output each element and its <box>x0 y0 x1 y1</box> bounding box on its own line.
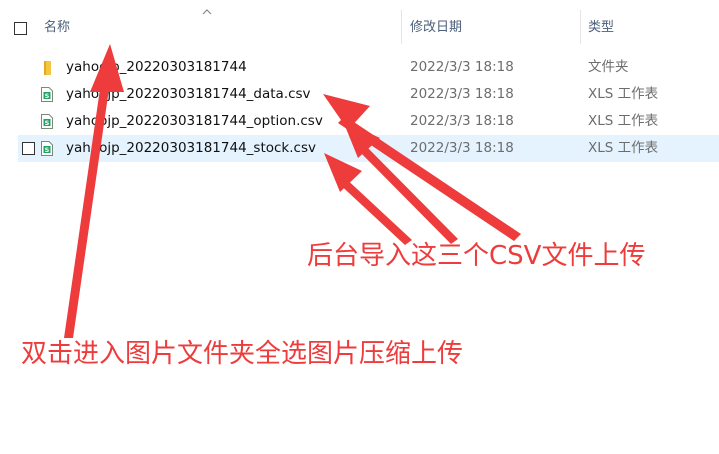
file-type: XLS 工作表 <box>588 140 659 156</box>
file-date: 2022/3/3 18:18 <box>410 59 514 75</box>
spreadsheet-icon: S <box>41 141 53 156</box>
file-type: 文件夹 <box>588 59 629 75</box>
file-name: yahoojp_20220303181744 <box>66 59 247 75</box>
file-date: 2022/3/3 18:18 <box>410 140 514 156</box>
file-name: yahoojp_20220303181744_data.csv <box>66 86 311 102</box>
spreadsheet-icon: S <box>41 87 53 102</box>
annotation-folder-note: 双击进入图片文件夹全选图片压缩上传 <box>21 339 464 369</box>
folder-icon <box>44 61 51 75</box>
file-type: XLS 工作表 <box>588 113 659 129</box>
select-all-checkbox[interactable] <box>14 22 27 35</box>
sort-ascending-icon[interactable] <box>202 9 212 15</box>
column-header-date[interactable]: 修改日期 <box>410 20 462 36</box>
file-row-stock-csv[interactable]: S yahoojp_20220303181744_stock.csv 2022/… <box>18 135 719 162</box>
column-divider[interactable] <box>401 10 402 44</box>
file-type: XLS 工作表 <box>588 86 659 102</box>
annotation-csv-note: 后台导入这三个CSV文件上传 <box>307 241 646 271</box>
file-date: 2022/3/3 18:18 <box>410 86 514 102</box>
column-header-name[interactable]: 名称 <box>44 20 70 36</box>
column-divider[interactable] <box>580 10 581 44</box>
file-row-folder[interactable]: yahoojp_20220303181744 2022/3/3 18:18 文件… <box>18 54 719 81</box>
svg-text:S: S <box>45 119 50 127</box>
file-date: 2022/3/3 18:18 <box>410 113 514 129</box>
file-name: yahoojp_20220303181744_stock.csv <box>66 140 316 156</box>
arrow-to-stock-csv <box>324 153 412 245</box>
file-row-option-csv[interactable]: S yahoojp_20220303181744_option.csv 2022… <box>18 108 719 135</box>
file-explorer-view: 名称 修改日期 类型 yahoojp_20220303181744 2022/3… <box>0 0 719 454</box>
svg-text:S: S <box>45 92 50 100</box>
file-row-data-csv[interactable]: S yahoojp_20220303181744_data.csv 2022/3… <box>18 81 719 108</box>
file-name: yahoojp_20220303181744_option.csv <box>66 113 323 129</box>
column-header-bar: 名称 修改日期 类型 <box>0 0 719 44</box>
svg-text:S: S <box>45 146 50 154</box>
row-checkbox[interactable] <box>22 142 35 155</box>
spreadsheet-icon: S <box>41 114 53 129</box>
column-header-type[interactable]: 类型 <box>588 20 614 36</box>
